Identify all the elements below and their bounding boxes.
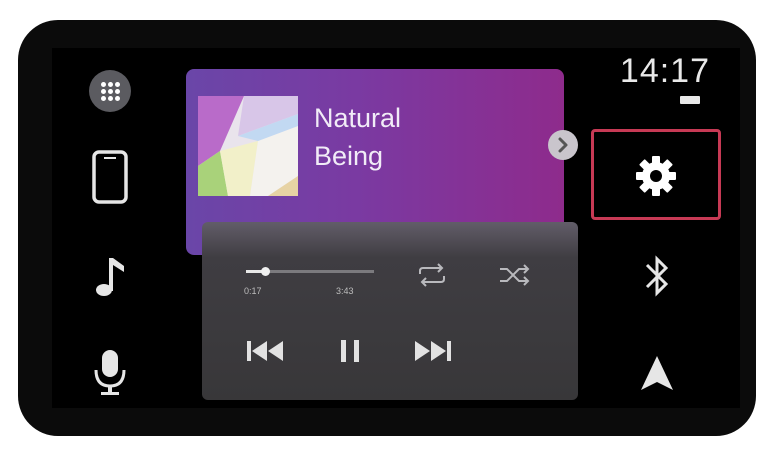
apps-grid-button[interactable]	[89, 70, 131, 112]
pause-icon	[341, 340, 359, 362]
music-note-icon	[96, 258, 124, 296]
phone-button[interactable]	[88, 148, 132, 206]
phone-icon	[92, 150, 128, 204]
battery-indicator	[680, 96, 700, 104]
pause-button[interactable]	[328, 334, 372, 368]
next-screen-button[interactable]	[548, 130, 578, 160]
microphone-icon	[94, 350, 126, 395]
skip-previous-icon	[247, 341, 283, 361]
track-title-line-2: Being	[314, 141, 384, 171]
settings-button[interactable]	[632, 152, 680, 200]
previous-track-button[interactable]	[244, 334, 288, 368]
track-title-line-1: Natural	[314, 103, 402, 133]
navigation-arrow-icon	[641, 356, 673, 390]
clock: 14:17	[619, 52, 710, 90]
album-art	[198, 96, 298, 196]
bluetooth-button[interactable]	[640, 250, 674, 302]
total-duration: 3:43	[336, 286, 354, 296]
repeat-button[interactable]	[414, 262, 450, 288]
shuffle-button[interactable]	[496, 262, 532, 288]
progress-bar[interactable]	[246, 267, 374, 276]
navigation-button[interactable]	[636, 352, 678, 394]
voice-button[interactable]	[88, 346, 132, 398]
chevron-right-icon	[558, 137, 568, 153]
next-track-button[interactable]	[410, 334, 454, 368]
shuffle-icon	[500, 264, 530, 286]
skip-next-icon	[415, 341, 451, 361]
elapsed-time: 0:17	[244, 286, 262, 296]
music-button[interactable]	[88, 252, 132, 300]
bluetooth-icon	[645, 255, 669, 297]
gear-icon	[636, 156, 676, 196]
repeat-icon	[419, 263, 445, 287]
playback-controls-panel	[202, 222, 578, 400]
track-title: Natural Being	[314, 99, 514, 175]
